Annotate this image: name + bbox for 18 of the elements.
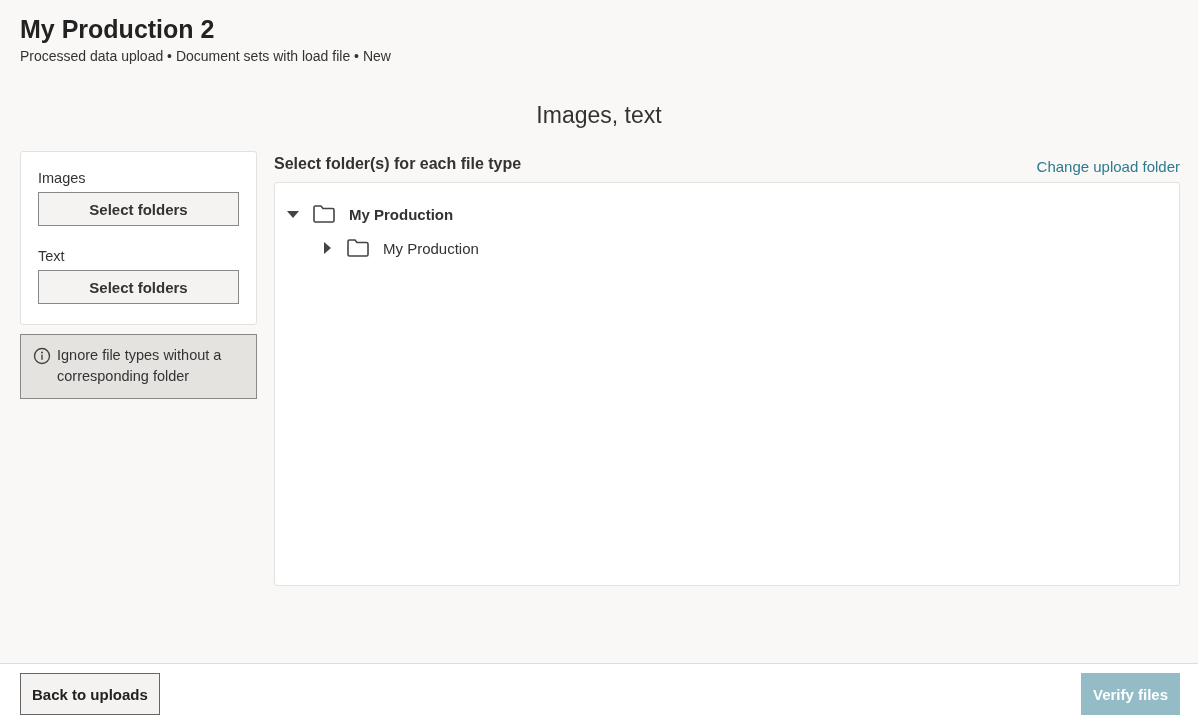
section-title: Images, text (535, 102, 663, 129)
change-upload-folder-link[interactable]: Change upload folder (1036, 158, 1180, 175)
folder-tree-item[interactable]: My Production (349, 205, 454, 223)
select-folders-button[interactable]: Select folders (38, 192, 239, 226)
caret-right-icon[interactable] (321, 242, 333, 254)
ignore-toggle-button[interactable]: Ignore file types without a corresponding folder (20, 334, 257, 399)
folder-icon (313, 205, 335, 223)
info-icon (33, 347, 51, 365)
folder-tree-item[interactable]: My Production (383, 239, 479, 257)
file-type-label: Images (38, 170, 87, 186)
panel-heading: Select folder(s) for each file type (274, 155, 522, 173)
back-to-uploads-button[interactable]: Back to uploads (20, 673, 160, 715)
caret-down-icon[interactable] (287, 208, 299, 220)
folder-icon (347, 239, 369, 257)
file-type-label: Text (38, 248, 66, 264)
select-folders-button[interactable]: Select folders (38, 270, 239, 304)
breadcrumb: Processed data upload • Document sets with load file • New (20, 48, 392, 64)
page-title: My Production 2 (20, 14, 216, 44)
